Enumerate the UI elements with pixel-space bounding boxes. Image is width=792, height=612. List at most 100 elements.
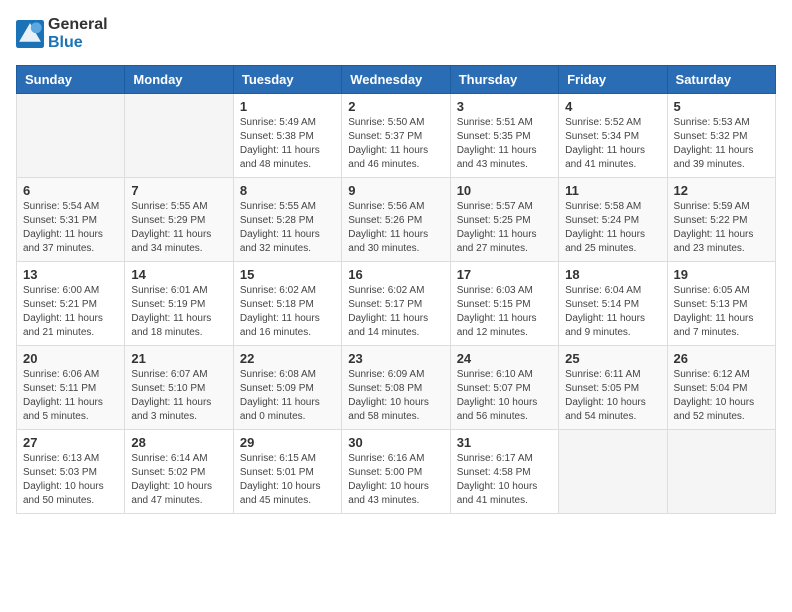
day-info: Sunrise: 6:00 AMSunset: 5:21 PMDaylight:… — [23, 284, 118, 340]
day-info: Sunrise: 6:01 AMSunset: 5:19 PMDaylight:… — [131, 284, 226, 340]
calendar-day-cell: 22 Sunrise: 6:08 AMSunset: 5:09 PMDayligh… — [233, 345, 341, 429]
day-info: Sunrise: 6:06 AMSunset: 5:11 PMDaylight:… — [23, 368, 118, 424]
day-info: Sunrise: 6:17 AMSunset: 4:58 PMDaylight:… — [457, 452, 552, 508]
day-number: 14 — [131, 267, 226, 282]
calendar-day-cell — [17, 93, 125, 177]
day-info: Sunrise: 6:14 AMSunset: 5:02 PMDaylight:… — [131, 452, 226, 508]
calendar-week-row: 6Sunrise: 5:54 AMSunset: 5:31 PMDaylight… — [17, 177, 776, 261]
day-number: 15 — [240, 267, 335, 282]
calendar-day-cell: 8 Sunrise: 5:55 AMSunset: 5:28 PMDaylight… — [233, 177, 341, 261]
calendar-day-cell: 6Sunrise: 5:54 AMSunset: 5:31 PMDaylight… — [17, 177, 125, 261]
calendar-header-cell: Friday — [559, 65, 667, 93]
page-header: General Blue — [16, 16, 776, 53]
calendar-day-cell: 2 Sunrise: 5:50 AMSunset: 5:37 PMDaylight… — [342, 93, 450, 177]
calendar-header-cell: Monday — [125, 65, 233, 93]
calendar-day-cell: 21 Sunrise: 6:07 AMSunset: 5:10 PMDayligh… — [125, 345, 233, 429]
calendar-day-cell: 29 Sunrise: 6:15 AMSunset: 5:01 PMDayligh… — [233, 429, 341, 513]
day-number: 1 — [240, 99, 335, 114]
calendar-day-cell — [559, 429, 667, 513]
calendar-week-row: 27Sunrise: 6:13 AMSunset: 5:03 PMDayligh… — [17, 429, 776, 513]
calendar-day-cell — [125, 93, 233, 177]
calendar-day-cell: 26Sunrise: 6:12 AMSunset: 5:04 PMDayligh… — [667, 345, 775, 429]
calendar-day-cell: 23Sunrise: 6:09 AMSunset: 5:08 PMDayligh… — [342, 345, 450, 429]
calendar-day-cell: 7 Sunrise: 5:55 AMSunset: 5:29 PMDaylight… — [125, 177, 233, 261]
day-number: 27 — [23, 435, 118, 450]
day-number: 25 — [565, 351, 660, 366]
calendar-day-cell: 17Sunrise: 6:03 AMSunset: 5:15 PMDayligh… — [450, 261, 558, 345]
day-number: 16 — [348, 267, 443, 282]
day-number: 6 — [23, 183, 118, 198]
calendar-header-row: SundayMondayTuesdayWednesdayThursdayFrid… — [17, 65, 776, 93]
day-info: Sunrise: 5:49 AMSunset: 5:38 PMDaylight:… — [240, 116, 335, 172]
day-info: Sunrise: 5:50 AMSunset: 5:37 PMDaylight:… — [348, 116, 443, 172]
day-info: Sunrise: 5:57 AMSunset: 5:25 PMDaylight:… — [457, 200, 552, 256]
logo-icon — [16, 20, 44, 48]
day-number: 13 — [23, 267, 118, 282]
calendar-day-cell: 31 Sunrise: 6:17 AMSunset: 4:58 PMDayligh… — [450, 429, 558, 513]
day-number: 20 — [23, 351, 118, 366]
day-number: 8 — [240, 183, 335, 198]
day-number: 29 — [240, 435, 335, 450]
day-info: Sunrise: 6:11 AMSunset: 5:05 PMDaylight:… — [565, 368, 660, 424]
calendar-header-cell: Sunday — [17, 65, 125, 93]
calendar-day-cell: 15 Sunrise: 6:02 AMSunset: 5:18 PMDayligh… — [233, 261, 341, 345]
day-number: 5 — [674, 99, 769, 114]
calendar-header-cell: Saturday — [667, 65, 775, 93]
calendar-header-cell: Wednesday — [342, 65, 450, 93]
calendar-header-cell: Thursday — [450, 65, 558, 93]
calendar-day-cell: 24 Sunrise: 6:10 AMSunset: 5:07 PMDayligh… — [450, 345, 558, 429]
day-info: Sunrise: 6:07 AMSunset: 5:10 PMDaylight:… — [131, 368, 226, 424]
calendar-week-row: 1 Sunrise: 5:49 AMSunset: 5:38 PMDaylight… — [17, 93, 776, 177]
day-number: 23 — [348, 351, 443, 366]
calendar-day-cell: 25 Sunrise: 6:11 AMSunset: 5:05 PMDayligh… — [559, 345, 667, 429]
calendar-table: SundayMondayTuesdayWednesdayThursdayFrid… — [16, 65, 776, 514]
day-info: Sunrise: 6:12 AMSunset: 5:04 PMDaylight:… — [674, 368, 769, 424]
calendar-day-cell: 5 Sunrise: 5:53 AMSunset: 5:32 PMDaylight… — [667, 93, 775, 177]
day-number: 7 — [131, 183, 226, 198]
calendar-week-row: 13 Sunrise: 6:00 AMSunset: 5:21 PMDayligh… — [17, 261, 776, 345]
calendar-day-cell: 19Sunrise: 6:05 AMSunset: 5:13 PMDayligh… — [667, 261, 775, 345]
day-info: Sunrise: 5:53 AMSunset: 5:32 PMDaylight:… — [674, 116, 769, 172]
day-info: Sunrise: 5:58 AMSunset: 5:24 PMDaylight:… — [565, 200, 660, 256]
calendar-day-cell: 20 Sunrise: 6:06 AMSunset: 5:11 PMDayligh… — [17, 345, 125, 429]
calendar-day-cell: 27Sunrise: 6:13 AMSunset: 5:03 PMDayligh… — [17, 429, 125, 513]
day-number: 11 — [565, 183, 660, 198]
day-info: Sunrise: 6:08 AMSunset: 5:09 PMDaylight:… — [240, 368, 335, 424]
calendar-day-cell: 3Sunrise: 5:51 AMSunset: 5:35 PMDaylight… — [450, 93, 558, 177]
day-number: 31 — [457, 435, 552, 450]
calendar-week-row: 20 Sunrise: 6:06 AMSunset: 5:11 PMDayligh… — [17, 345, 776, 429]
calendar-day-cell: 28 Sunrise: 6:14 AMSunset: 5:02 PMDayligh… — [125, 429, 233, 513]
day-info: Sunrise: 5:56 AMSunset: 5:26 PMDaylight:… — [348, 200, 443, 256]
calendar-day-cell: 1 Sunrise: 5:49 AMSunset: 5:38 PMDaylight… — [233, 93, 341, 177]
day-number: 2 — [348, 99, 443, 114]
day-number: 21 — [131, 351, 226, 366]
day-info: Sunrise: 6:05 AMSunset: 5:13 PMDaylight:… — [674, 284, 769, 340]
day-number: 28 — [131, 435, 226, 450]
day-info: Sunrise: 5:55 AMSunset: 5:29 PMDaylight:… — [131, 200, 226, 256]
day-info: Sunrise: 6:02 AMSunset: 5:17 PMDaylight:… — [348, 284, 443, 340]
day-number: 18 — [565, 267, 660, 282]
calendar-day-cell: 16 Sunrise: 6:02 AMSunset: 5:17 PMDayligh… — [342, 261, 450, 345]
day-number: 9 — [348, 183, 443, 198]
logo: General Blue — [16, 16, 108, 53]
day-info: Sunrise: 5:52 AMSunset: 5:34 PMDaylight:… — [565, 116, 660, 172]
day-number: 17 — [457, 267, 552, 282]
day-info: Sunrise: 6:10 AMSunset: 5:07 PMDaylight:… — [457, 368, 552, 424]
day-info: Sunrise: 6:15 AMSunset: 5:01 PMDaylight:… — [240, 452, 335, 508]
calendar-day-cell: 10Sunrise: 5:57 AMSunset: 5:25 PMDayligh… — [450, 177, 558, 261]
calendar-day-cell: 4Sunrise: 5:52 AMSunset: 5:34 PMDaylight… — [559, 93, 667, 177]
day-info: Sunrise: 5:55 AMSunset: 5:28 PMDaylight:… — [240, 200, 335, 256]
calendar-header-cell: Tuesday — [233, 65, 341, 93]
day-number: 22 — [240, 351, 335, 366]
day-info: Sunrise: 6:16 AMSunset: 5:00 PMDaylight:… — [348, 452, 443, 508]
day-number: 30 — [348, 435, 443, 450]
calendar-day-cell: 12 Sunrise: 5:59 AMSunset: 5:22 PMDayligh… — [667, 177, 775, 261]
day-number: 12 — [674, 183, 769, 198]
calendar-day-cell: 18Sunrise: 6:04 AMSunset: 5:14 PMDayligh… — [559, 261, 667, 345]
day-number: 24 — [457, 351, 552, 366]
calendar-day-cell: 13 Sunrise: 6:00 AMSunset: 5:21 PMDayligh… — [17, 261, 125, 345]
day-info: Sunrise: 6:02 AMSunset: 5:18 PMDaylight:… — [240, 284, 335, 340]
day-info: Sunrise: 5:59 AMSunset: 5:22 PMDaylight:… — [674, 200, 769, 256]
calendar-day-cell: 9 Sunrise: 5:56 AMSunset: 5:26 PMDaylight… — [342, 177, 450, 261]
calendar-day-cell — [667, 429, 775, 513]
